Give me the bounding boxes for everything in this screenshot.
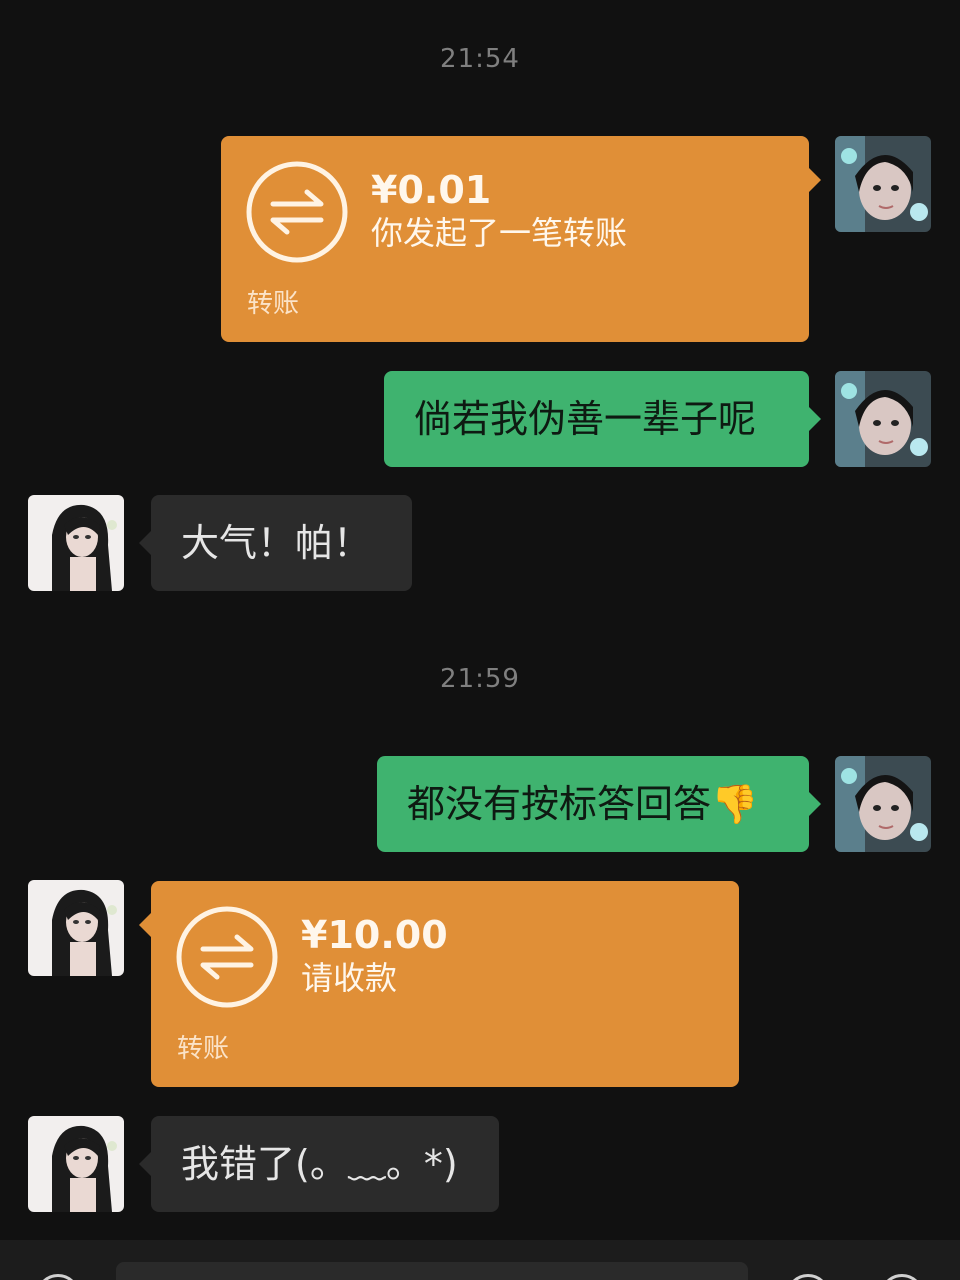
message-text: 大气！帕！ xyxy=(181,521,372,565)
transfer-description: 请收款 xyxy=(301,959,398,997)
transfer-amount: ¥0.01 xyxy=(371,168,492,212)
transfer-description: 你发起了一笔转账 xyxy=(371,214,628,252)
timestamp: 21:59 xyxy=(440,664,520,694)
message-text: 都没有按标答回答👎 xyxy=(407,782,759,826)
transfer-card-received[interactable]: ¥10.00 请收款 转账 xyxy=(139,881,739,1087)
message-text: 我错了(。﹏。*) xyxy=(181,1142,458,1186)
message-text: 倘若我伪善一辈子呢 xyxy=(414,397,757,441)
my-avatar[interactable] xyxy=(835,371,931,467)
transfer-label: 转账 xyxy=(177,1034,230,1064)
transfer-arrows-icon xyxy=(176,906,278,1008)
message-bubble-received[interactable]: 我错了(。﹏。*) xyxy=(139,1116,499,1212)
transfer-card-sent[interactable]: ¥0.01 你发起了一笔转账 转账 xyxy=(221,136,821,342)
my-avatar[interactable] xyxy=(835,136,931,232)
chat-screen: 21:54 ¥0.01 你发起了一笔转账 转账 倘若我伪善一辈子呢 大气！帕！ … xyxy=(0,0,960,1280)
contact-avatar[interactable] xyxy=(28,495,124,591)
message-input[interactable] xyxy=(116,1262,748,1280)
transfer-label: 转账 xyxy=(247,289,300,319)
message-bubble-sent[interactable]: 都没有按标答回答👎 xyxy=(377,756,821,852)
transfer-amount: ¥10.00 xyxy=(301,913,448,957)
transfer-arrows-icon xyxy=(246,161,348,263)
message-bubble-received[interactable]: 大气！帕！ xyxy=(139,495,412,591)
contact-avatar[interactable] xyxy=(28,1116,124,1212)
contact-avatar[interactable] xyxy=(28,880,124,976)
timestamp: 21:54 xyxy=(440,44,520,74)
my-avatar[interactable] xyxy=(835,756,931,852)
message-bubble-sent[interactable]: 倘若我伪善一辈子呢 xyxy=(384,371,821,467)
